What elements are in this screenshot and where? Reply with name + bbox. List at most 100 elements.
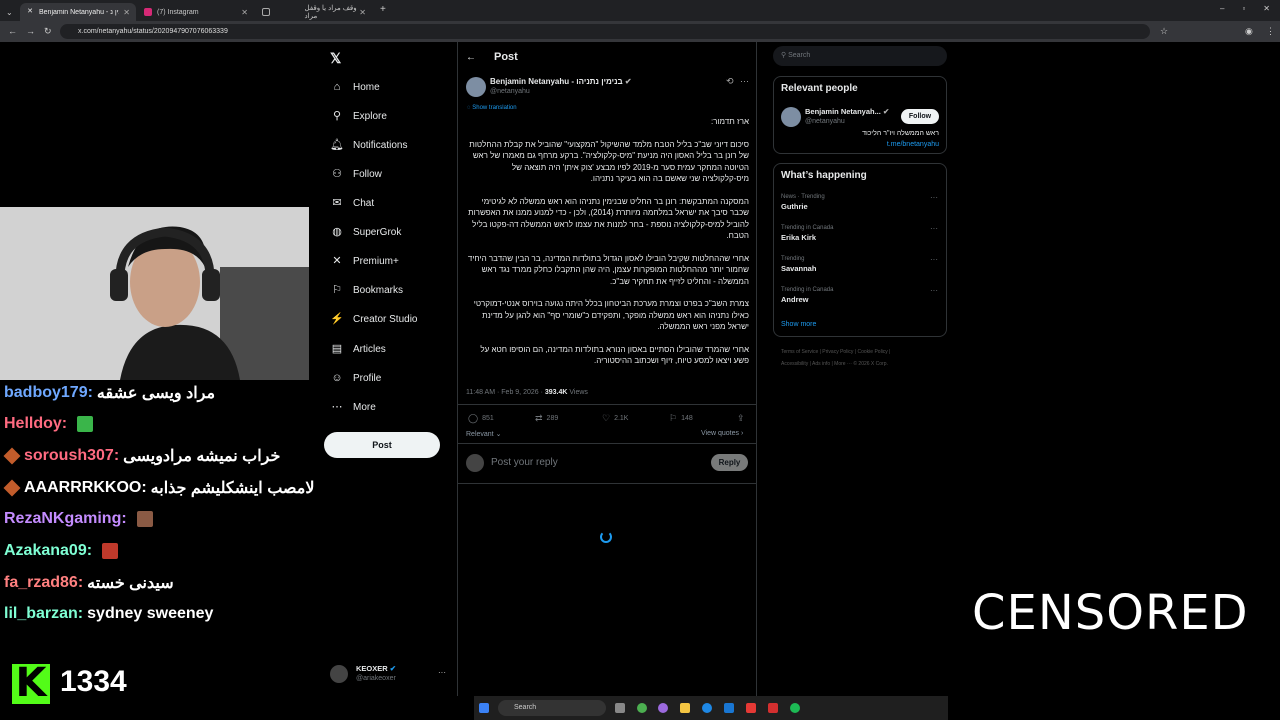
close-icon[interactable]: ✕: [359, 8, 366, 17]
more-icon[interactable]: ···: [930, 224, 938, 233]
chat-username[interactable]: AAARRRKKOO:: [24, 479, 147, 497]
chat-username[interactable]: Helldoy:: [4, 415, 67, 433]
like-count[interactable]: ♡ 2.1K: [602, 413, 628, 424]
nav-notifications[interactable]: 🔔︎ Notifications: [330, 137, 407, 153]
search-icon: ⚲: [332, 110, 342, 122]
chat-message: AAARRRKKOO: لامصب اینشکلیشم جذابه: [3, 478, 314, 498]
nav-premium[interactable]: ✕ Premium+: [330, 253, 398, 269]
nav-label: Notifications: [353, 139, 408, 151]
repost-count[interactable]: ⇄ 289: [535, 413, 558, 424]
tab-instagram[interactable]: (7) Instagram ✕: [138, 3, 254, 21]
sort-relevant[interactable]: Relevant ⌄: [466, 430, 501, 438]
close-icon[interactable]: ✕: [123, 8, 130, 17]
nav-follow[interactable]: ⚇ Follow: [330, 166, 382, 182]
post-paragraph: סיכום דיוני שב"כ בליל הטבח מלמד שהשיקול …: [469, 139, 749, 184]
post-button[interactable]: Post: [324, 432, 440, 458]
footer-links[interactable]: Accessibility | Ads info | More ··· © 20…: [781, 361, 888, 367]
nav-chat[interactable]: ✉ Chat: [330, 195, 374, 211]
view-quotes-link[interactable]: View quotes ›: [701, 430, 743, 437]
follow-button[interactable]: Follow: [901, 109, 939, 124]
spotify-icon[interactable]: [790, 703, 800, 713]
folder-icon[interactable]: [680, 703, 690, 713]
back-arrow-icon[interactable]: ←: [466, 52, 476, 63]
trend-name: Guthrie: [781, 202, 808, 211]
grok-icon[interactable]: ⟲: [726, 76, 734, 87]
edge-icon[interactable]: [702, 703, 712, 713]
chat-username[interactable]: badboy179:: [4, 384, 93, 402]
nav-profile[interactable]: ☺ Profile: [330, 370, 381, 386]
url-field[interactable]: x.com/netanyahu/status/20209479070760633…: [60, 24, 1150, 39]
nav-more[interactable]: ⋯ More: [330, 399, 376, 415]
taskbar-search[interactable]: Search: [498, 700, 606, 716]
more-icon[interactable]: ···: [930, 255, 938, 264]
more-icon[interactable]: ···: [930, 286, 938, 295]
chrome-icon[interactable]: [637, 703, 647, 713]
chat-username[interactable]: lil_barzan:: [4, 605, 83, 623]
mail-icon[interactable]: [724, 703, 734, 713]
account-handle: @ariakeoxer: [356, 675, 396, 682]
chat-message: soroush307: خراب نمیشه مرادویسی: [3, 446, 281, 466]
nav-explore[interactable]: ⚲ Explore: [330, 108, 387, 124]
trend-name: Andrew: [781, 295, 809, 304]
webcam-feed: [0, 207, 309, 380]
tab-search-icon[interactable]: ⌄: [0, 3, 20, 21]
more-options-icon[interactable]: ···: [740, 76, 749, 86]
menu-icon[interactable]: ⋮: [1266, 26, 1275, 37]
trend-item[interactable]: Trending Savannah: [781, 256, 816, 273]
reply-input[interactable]: Post your reply: [491, 457, 558, 468]
task-view-icon[interactable]: [615, 703, 625, 713]
author-avatar[interactable]: [466, 77, 486, 97]
avatar[interactable]: [330, 665, 348, 683]
card-title: What’s happening: [781, 170, 867, 181]
search-input[interactable]: ⚲ Search: [773, 46, 947, 66]
share-icon[interactable]: ⇪: [737, 413, 749, 424]
chat-username[interactable]: RezaNKgaming:: [4, 510, 127, 528]
youtube-icon[interactable]: [746, 703, 756, 713]
chat-username[interactable]: Azakana09:: [4, 542, 92, 560]
nav-home[interactable]: ⌂ Home: [330, 79, 380, 95]
window-controls[interactable]: – ▫ ✕: [1220, 4, 1280, 13]
author-name[interactable]: Benjamin Netanyahu - בנימין נתניהו ✔: [490, 77, 632, 86]
bookmark-count[interactable]: ⚐ 148: [669, 413, 693, 424]
divider: [458, 404, 756, 405]
new-tab-button[interactable]: +: [380, 4, 386, 15]
tab-netanyahu[interactable]: ✕ Benjamin Netanyahu - בנימין נ ✕: [20, 3, 136, 21]
bio-link[interactable]: t.me/bnetanyahu: [781, 139, 939, 151]
chat-username[interactable]: soroush307:: [24, 447, 119, 465]
tab-third[interactable]: وقف مراد یا وقفل مراد ✕: [256, 3, 372, 21]
nav-articles[interactable]: ▤ Articles: [330, 341, 386, 357]
windows-start-icon[interactable]: [479, 703, 489, 713]
divider: [458, 443, 756, 444]
chat-username[interactable]: fa_rzad86:: [4, 574, 83, 592]
x-logo-icon[interactable]: 𝕏: [330, 50, 341, 67]
more-icon[interactable]: ···: [438, 668, 446, 677]
reload-icon[interactable]: ↻: [44, 26, 52, 37]
nav-supergrok[interactable]: ◍ SuperGrok: [330, 224, 401, 240]
forward-icon[interactable]: →: [26, 26, 35, 36]
bookmark-star-icon[interactable]: ☆: [1160, 26, 1168, 37]
nav-label: Explore: [353, 110, 387, 122]
nav-bookmarks[interactable]: ⚐ Bookmarks: [330, 282, 403, 298]
avatar[interactable]: [781, 107, 801, 127]
reply-button[interactable]: Reply: [711, 454, 748, 471]
nav-creator-studio[interactable]: ⚡ Creator Studio: [330, 311, 417, 327]
more-icon[interactable]: ···: [930, 193, 938, 202]
person-name[interactable]: Benjamin Netanyah... ✔: [805, 107, 889, 116]
profile-icon[interactable]: ◉: [1245, 26, 1253, 37]
trend-item[interactable]: Trending in Canada Andrew: [781, 287, 833, 304]
app-icon[interactable]: [768, 703, 778, 713]
chat-text: خراب نمیشه مرادویسی: [123, 448, 281, 465]
trend-item[interactable]: Trending in Canada Erika Kirk: [781, 225, 833, 242]
trend-item[interactable]: News · Trending Guthrie: [781, 194, 825, 211]
show-translation-link[interactable]: ◌ Show translation: [467, 105, 517, 111]
close-icon[interactable]: ✕: [241, 8, 248, 17]
show-more-link[interactable]: Show more: [781, 321, 816, 328]
verified-icon: ✔: [389, 664, 397, 673]
app-icon[interactable]: [658, 703, 668, 713]
back-icon[interactable]: ←: [8, 26, 17, 36]
trend-label: Trending: [781, 256, 805, 262]
censored-label: CENSORED: [972, 585, 1249, 641]
reply-count[interactable]: ◯ 851: [468, 413, 494, 424]
footer-links[interactable]: Terms of Service | Privacy Policy | Cook…: [781, 349, 890, 355]
nav-label: Home: [353, 81, 380, 93]
